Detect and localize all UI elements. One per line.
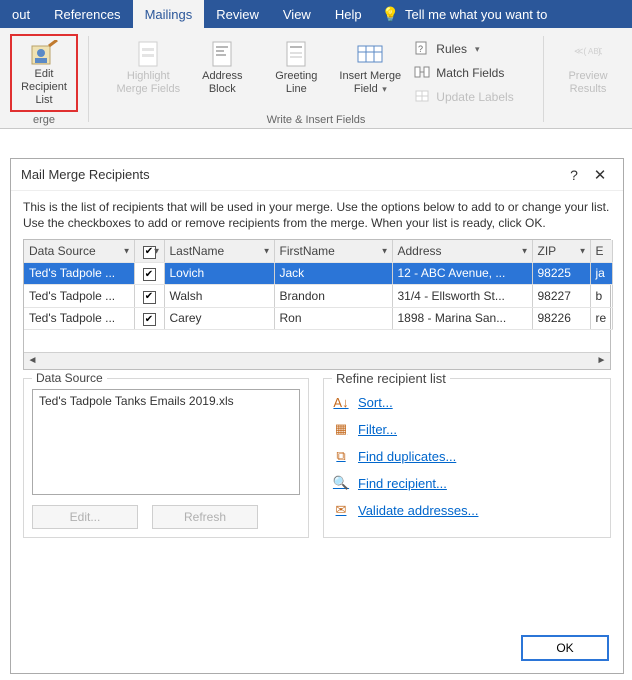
help-button[interactable]: ? xyxy=(561,167,587,183)
page-icon xyxy=(284,38,308,70)
col-check[interactable]: ✔▼ xyxy=(134,240,164,262)
data-source-list[interactable]: Ted's Tadpole Tanks Emails 2019.xls xyxy=(32,389,300,495)
tell-me[interactable]: 💡 Tell me what you want to xyxy=(374,6,548,23)
edit-button[interactable]: Edit... xyxy=(32,505,138,529)
duplicates-icon: ⧉ xyxy=(332,448,350,464)
row-checkbox[interactable]: ✔ xyxy=(143,291,156,304)
find-recipient-link[interactable]: 🔍Find recipient... xyxy=(332,470,602,497)
tab-view[interactable]: View xyxy=(271,0,323,28)
ribbon: Edit Recipient List erge Highlight Merge… xyxy=(0,28,632,129)
table-row[interactable]: Ted's Tadpole ... ✔ Carey Ron 1898 - Mar… xyxy=(24,307,612,330)
chevron-down-icon: ▼ xyxy=(153,246,161,255)
find-duplicates-link[interactable]: ⧉Find duplicates... xyxy=(332,443,602,470)
dialog-title: Mail Merge Recipients xyxy=(21,167,561,182)
sort-link[interactable]: A↓Sort... xyxy=(332,389,602,416)
dialog-instructions: This is the list of recipients that will… xyxy=(23,199,611,231)
page-icon xyxy=(136,38,160,70)
table-row[interactable]: Ted's Tadpole ... ✔ Walsh Brandon 31/4 -… xyxy=(24,285,612,308)
mail-merge-recipients-dialog: Mail Merge Recipients ? ✕ This is the li… xyxy=(10,158,624,674)
preview-icon: ≪(ABQ) xyxy=(574,38,602,70)
tab-mailings[interactable]: Mailings xyxy=(133,0,205,28)
greeting-label: Greeting Line xyxy=(275,70,317,96)
tab-help[interactable]: Help xyxy=(323,0,374,28)
data-source-section: Data Source Ted's Tadpole Tanks Emails 2… xyxy=(23,378,309,538)
table-row[interactable]: Ted's Tadpole ... ✔ Lovich Jack 12 - ABC… xyxy=(24,262,612,285)
insert-mf-label: Insert Merge Field ▾ xyxy=(339,70,401,96)
edit-recipient-label: Edit Recipient List xyxy=(14,68,74,107)
greeting-line-button[interactable]: Greeting Line xyxy=(262,34,330,112)
data-source-item[interactable]: Ted's Tadpole Tanks Emails 2019.xls xyxy=(39,394,293,408)
highlight-merge-fields-button[interactable]: Highlight Merge Fields xyxy=(114,34,182,112)
rules-icon: ? xyxy=(414,40,430,59)
scroll-right-icon[interactable]: ► xyxy=(593,355,610,366)
row-checkbox[interactable]: ✔ xyxy=(143,268,156,281)
dialog-titlebar: Mail Merge Recipients ? ✕ xyxy=(11,159,623,191)
tab-layout[interactable]: out xyxy=(0,0,42,28)
tab-references[interactable]: References xyxy=(42,0,132,28)
col-firstname[interactable]: FirstName▼ xyxy=(274,240,392,262)
col-lastname[interactable]: LastName▼ xyxy=(164,240,274,262)
horizontal-scrollbar[interactable]: ◄ ► xyxy=(24,352,610,369)
scroll-left-icon[interactable]: ◄ xyxy=(24,355,41,366)
tab-review[interactable]: Review xyxy=(204,0,271,28)
chevron-down-icon: ▾ xyxy=(475,44,480,55)
refine-label: Refine recipient list xyxy=(332,371,450,386)
preview-label: Preview Results xyxy=(568,70,607,96)
match-fields-button[interactable]: Match Fields xyxy=(410,62,517,84)
edit-recipient-list-button[interactable]: Edit Recipient List xyxy=(10,34,78,112)
svg-text:≪(: ≪( xyxy=(574,46,586,56)
grid-header-row: Data Source▼ ✔▼ LastName▼ FirstName▼ Add… xyxy=(24,240,612,262)
validate-icon: ✉ xyxy=(332,502,350,518)
lightbulb-icon: 💡 xyxy=(382,6,399,23)
update-labels-button[interactable]: Update Labels xyxy=(410,86,517,108)
page-icon xyxy=(210,38,234,70)
refresh-button[interactable]: Refresh xyxy=(152,505,258,529)
recipients-grid: Data Source▼ ✔▼ LastName▼ FirstName▼ Add… xyxy=(23,239,611,370)
chevron-down-icon: ▼ xyxy=(521,246,529,255)
address-block-button[interactable]: Address Block xyxy=(188,34,256,112)
col-zip[interactable]: ZIP▼ xyxy=(532,240,590,262)
data-source-label: Data Source xyxy=(32,371,107,385)
match-label: Match Fields xyxy=(436,66,504,80)
chevron-down-icon: ▼ xyxy=(381,246,389,255)
edit-recipient-icon xyxy=(29,40,59,68)
filter-link[interactable]: ▦Filter... xyxy=(332,416,602,443)
chevron-down-icon: ▾ xyxy=(380,84,387,94)
row-checkbox[interactable]: ✔ xyxy=(143,313,156,326)
chevron-down-icon: ▼ xyxy=(579,246,587,255)
table-icon xyxy=(356,38,384,70)
close-button[interactable]: ✕ xyxy=(587,166,613,184)
update-icon xyxy=(414,88,430,107)
svg-text:): ) xyxy=(598,46,601,56)
chevron-down-icon: ▼ xyxy=(123,246,131,255)
refine-section: Refine recipient list A↓Sort... ▦Filter.… xyxy=(323,378,611,538)
col-data-source[interactable]: Data Source▼ xyxy=(24,240,134,262)
validate-addresses-link[interactable]: ✉Validate addresses... xyxy=(332,497,602,524)
match-icon xyxy=(414,64,430,83)
ribbon-tabs: out References Mailings Review View Help… xyxy=(0,0,632,28)
col-e[interactable]: E xyxy=(590,240,612,262)
address-label: Address Block xyxy=(202,70,242,96)
highlight-label: Highlight Merge Fields xyxy=(117,70,181,96)
group-label-write: Write & Insert Fields xyxy=(267,114,366,126)
insert-merge-field-button[interactable]: Insert Merge Field ▾ xyxy=(336,34,404,112)
tell-me-label: Tell me what you want to xyxy=(405,7,547,22)
chevron-down-icon: ▼ xyxy=(263,246,271,255)
sort-icon: A↓ xyxy=(332,395,350,410)
preview-results-button[interactable]: ≪(ABQ) Preview Results xyxy=(554,34,622,112)
search-icon: 🔍 xyxy=(332,475,350,491)
ok-button[interactable]: OK xyxy=(521,635,609,661)
filter-icon: ▦ xyxy=(332,421,350,437)
group-label-merge: erge xyxy=(33,114,55,126)
rules-label: Rules xyxy=(436,42,467,56)
rules-button[interactable]: ? Rules ▾ xyxy=(410,38,517,60)
svg-text:?: ? xyxy=(418,44,423,54)
group-label-empty xyxy=(586,114,589,126)
col-address[interactable]: Address▼ xyxy=(392,240,532,262)
update-label: Update Labels xyxy=(436,90,513,104)
